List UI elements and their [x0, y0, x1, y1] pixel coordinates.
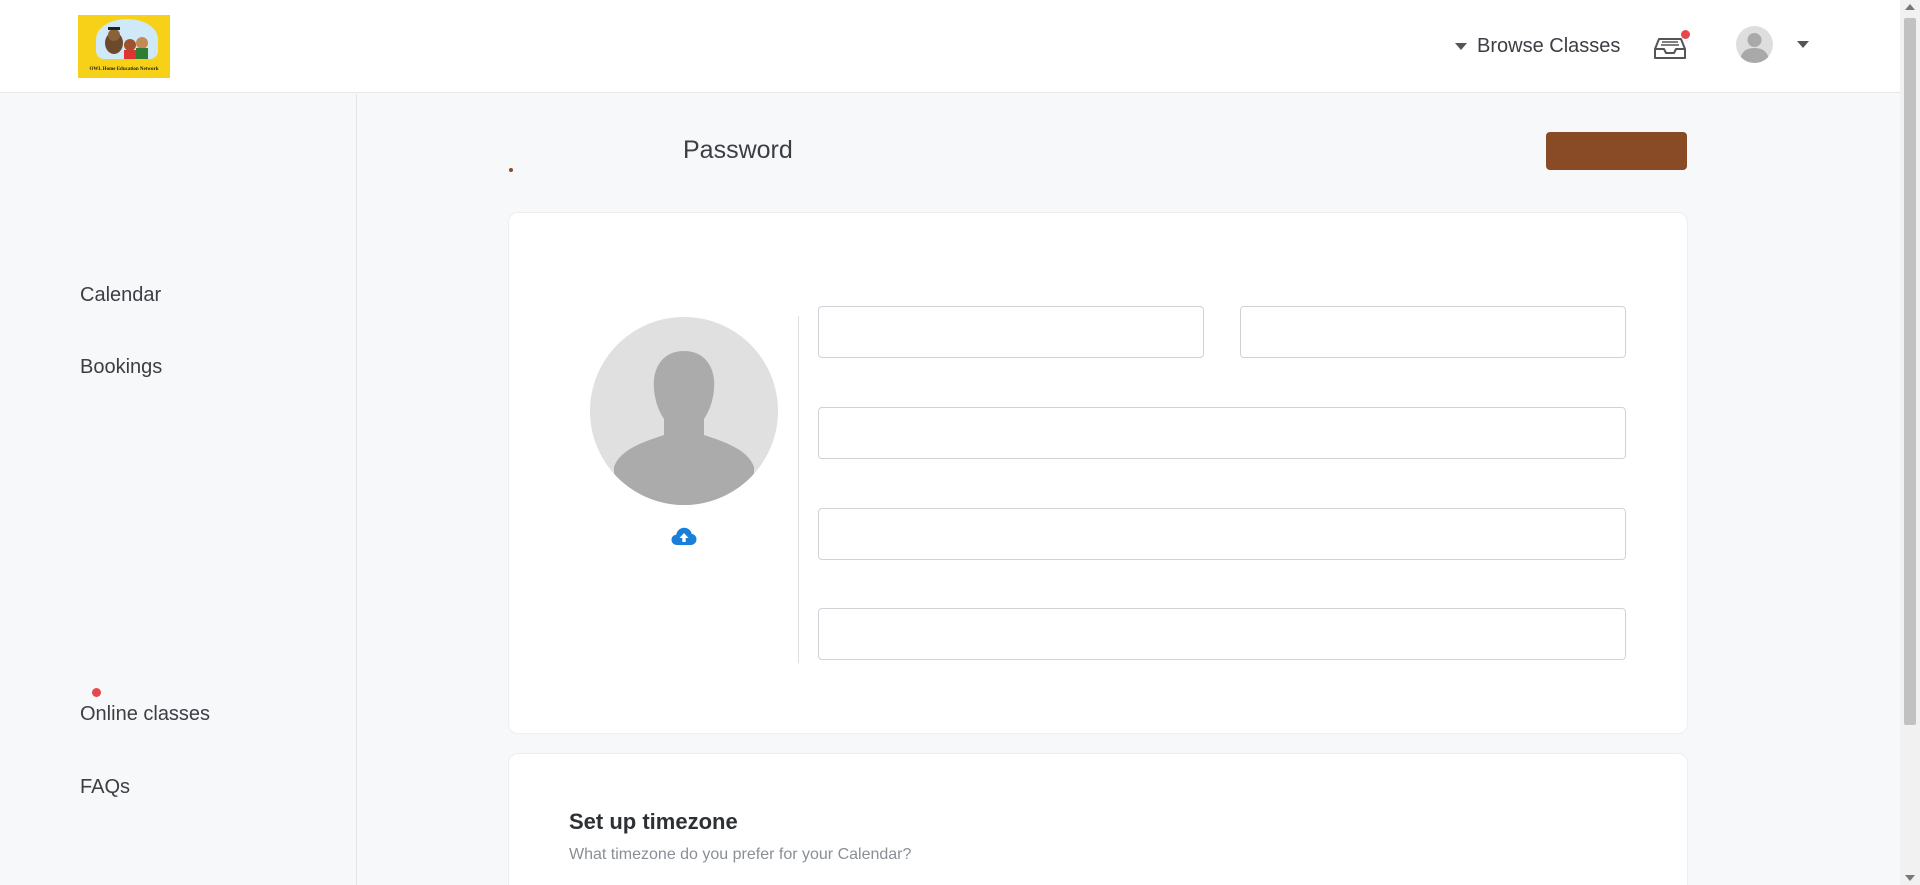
- scroll-up-icon[interactable]: [1905, 4, 1915, 10]
- site-logo[interactable]: OWL Home Education Network: [78, 15, 170, 78]
- user-avatar-icon[interactable]: [1736, 26, 1773, 63]
- top-header: OWL Home Education Network Browse Classe…: [0, 0, 1900, 93]
- timezone-subtitle: What timezone do you prefer for your Cal…: [569, 846, 912, 863]
- scroll-thumb[interactable]: [1904, 18, 1916, 725]
- sidebar-item-calendar[interactable]: Calendar: [80, 284, 161, 307]
- timezone-card: Set up timezone What timezone do you pre…: [508, 753, 1688, 885]
- inbox-notification-badge: [1681, 30, 1690, 39]
- page-scrollbar[interactable]: [1900, 0, 1920, 885]
- logo-text: OWL Home Education Network: [89, 67, 159, 72]
- last-name-field[interactable]: [1240, 306, 1626, 358]
- sidebar-item-bookings[interactable]: Bookings: [80, 356, 162, 379]
- timezone-title: Set up timezone: [569, 809, 738, 834]
- sidebar-notification-dot: [92, 688, 101, 697]
- page-title[interactable]: Password: [683, 136, 793, 165]
- logo-figures-icon: [105, 27, 148, 59]
- cloud-upload-icon[interactable]: [671, 526, 697, 548]
- sidebar: Calendar Bookings Online classes FAQs: [0, 94, 357, 885]
- sidebar-item-online-classes[interactable]: Online classes: [80, 703, 210, 726]
- scroll-down-icon[interactable]: [1905, 875, 1915, 881]
- avatar-silhouette-icon: [1740, 33, 1769, 63]
- browse-classes-label: Browse Classes: [1477, 34, 1621, 57]
- profile-card: [508, 212, 1688, 734]
- profile-silhouette-icon: [614, 351, 754, 505]
- profile-field-3[interactable]: [818, 407, 1626, 459]
- profile-picture[interactable]: [590, 317, 778, 505]
- user-menu-chevron-icon[interactable]: [1797, 41, 1809, 48]
- profile-field-5[interactable]: [818, 608, 1626, 660]
- first-name-field[interactable]: [818, 306, 1204, 358]
- profile-divider: [798, 316, 799, 663]
- chevron-down-icon: [1455, 42, 1467, 50]
- profile-field-4[interactable]: [818, 508, 1626, 560]
- sidebar-item-faqs[interactable]: FAQs: [80, 776, 130, 799]
- browse-classes-dropdown[interactable]: Browse Classes: [1455, 33, 1620, 59]
- primary-action-button[interactable]: [1546, 132, 1687, 170]
- tab-indicator-dot: [509, 168, 513, 172]
